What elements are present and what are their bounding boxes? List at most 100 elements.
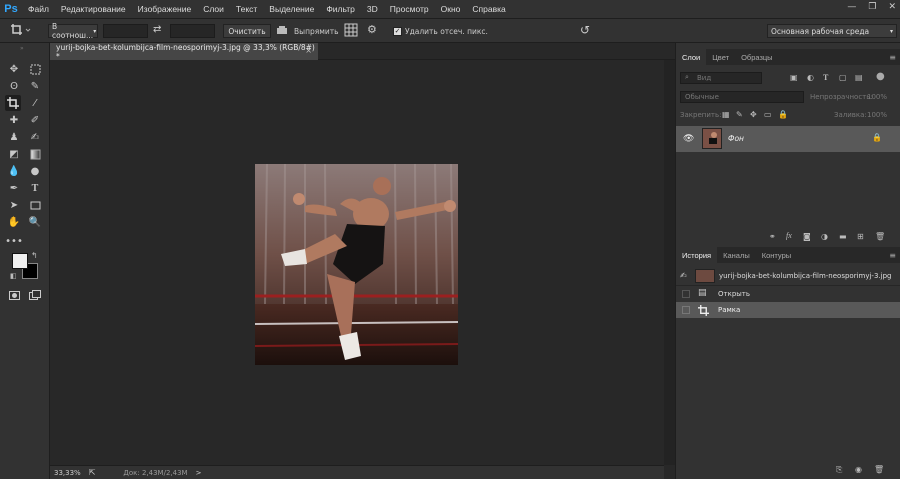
link-layers-icon[interactable]: ⚭ — [769, 232, 776, 241]
history-step-row-selected[interactable]: Рамка — [676, 302, 900, 318]
eye-icon[interactable]: 👁 — [683, 134, 694, 144]
lock-pixels-icon[interactable]: ✎ — [736, 110, 743, 119]
dodge-tool-icon[interactable]: ● — [27, 163, 43, 179]
blend-mode-dropdown[interactable]: Обычные — [680, 91, 804, 103]
crop-tool-preset-icon[interactable] — [10, 23, 32, 40]
eraser-tool-icon[interactable]: ◩ — [6, 146, 22, 162]
edit-toolbar-icon[interactable]: ••• — [5, 233, 23, 249]
aspect-ratio-dropdown[interactable]: В соотнош... ▾ — [48, 22, 98, 40]
quick-select-tool-icon[interactable]: ✎ — [27, 78, 43, 94]
filter-smart-object-icon[interactable]: ▤ — [855, 73, 863, 82]
quick-mask-icon[interactable] — [6, 287, 22, 303]
type-tool-icon[interactable]: T — [27, 180, 43, 196]
add-mask-icon[interactable]: ◙ — [803, 232, 811, 241]
history-source-checkbox[interactable] — [682, 290, 690, 298]
panel-collapse-icon[interactable]: » — [20, 45, 24, 52]
tab-history[interactable]: История — [676, 247, 718, 263]
menu-file[interactable]: Файл — [22, 4, 55, 14]
zoom-level[interactable]: 33,33% — [54, 469, 81, 477]
menu-help[interactable]: Справка — [466, 4, 511, 14]
rectangle-tool-icon[interactable] — [27, 197, 43, 213]
filter-shape-icon[interactable]: ▢ — [839, 73, 847, 82]
clone-stamp-tool-icon[interactable]: ♟ — [6, 129, 22, 145]
swap-arrows-icon[interactable]: ⇄ — [153, 24, 161, 35]
screen-mode-icon[interactable] — [27, 287, 43, 303]
swap-colors-icon[interactable]: ↰ — [31, 251, 38, 260]
lasso-tool-icon[interactable]: ʘ — [6, 78, 22, 94]
tab-swatches[interactable]: Образцы — [735, 49, 779, 65]
hand-tool-icon[interactable]: ✋ — [6, 214, 22, 230]
marquee-tool-icon[interactable] — [27, 61, 43, 77]
canvas-vertical-scrollbar[interactable] — [664, 60, 675, 465]
delete-cropped-pixels-checkbox[interactable]: ✓ — [393, 27, 402, 36]
restore-icon[interactable]: ❐ — [868, 2, 876, 12]
lock-artboard-icon[interactable]: ▭ — [764, 110, 772, 119]
path-selection-tool-icon[interactable]: ➤ — [6, 197, 22, 213]
layer-lock-icon[interactable]: 🔒 — [872, 133, 882, 142]
fill-value[interactable]: 100% — [867, 111, 887, 119]
filter-toggle-icon[interactable]: ● — [876, 71, 885, 82]
status-menu-arrow[interactable]: > — [196, 469, 202, 477]
pen-tool-icon[interactable]: ✒ — [6, 180, 22, 196]
delete-layer-icon[interactable]: 🗑 — [875, 232, 885, 241]
layer-style-icon[interactable]: fx — [786, 231, 792, 240]
lock-position-icon[interactable]: ✥ — [750, 110, 757, 119]
ratio-width-input[interactable] — [103, 24, 148, 38]
tab-color[interactable]: Цвет — [706, 49, 735, 65]
healing-brush-tool-icon[interactable]: ✚ — [6, 112, 22, 128]
menu-filter[interactable]: Фильтр — [320, 4, 361, 14]
menu-image[interactable]: Изображение — [132, 4, 198, 14]
menu-layers[interactable]: Слои — [197, 4, 230, 14]
menu-select[interactable]: Выделение — [263, 4, 320, 14]
history-brush-source-icon[interactable]: ✍ — [680, 271, 687, 280]
history-menu-icon[interactable]: ≡ — [889, 251, 896, 260]
layer-row[interactable]: 👁 Фон 🔒 — [676, 126, 900, 152]
eyedropper-tool-icon[interactable]: ⁄ — [27, 95, 43, 111]
foreground-color-swatch[interactable] — [12, 253, 28, 269]
new-document-from-state-icon[interactable]: ⎘ — [836, 465, 842, 475]
menu-type[interactable]: Текст — [230, 4, 263, 14]
new-layer-icon[interactable]: ⊞ — [857, 232, 864, 241]
new-group-icon[interactable]: ▬ — [839, 232, 847, 241]
opacity-value[interactable]: 100% — [867, 93, 887, 101]
close-icon[interactable]: ✕ — [888, 2, 896, 12]
history-snapshot-row[interactable]: ✍ yurij-bojka-bet-kolumbijca-film-neospo… — [676, 268, 900, 284]
export-icon[interactable]: ⇱ — [89, 468, 96, 477]
gradient-tool-icon[interactable] — [27, 146, 43, 162]
close-tab-icon[interactable]: × — [305, 46, 312, 55]
menu-edit[interactable]: Редактирование — [55, 4, 132, 14]
layer-name[interactable]: Фон — [728, 134, 744, 143]
filter-type-icon[interactable]: T — [823, 73, 828, 82]
clear-button[interactable]: Очистить — [223, 24, 271, 38]
lock-transparency-icon[interactable]: ▦ — [722, 110, 730, 119]
straighten-icon[interactable] — [276, 24, 288, 39]
tab-channels[interactable]: Каналы — [717, 247, 756, 263]
zoom-tool-icon[interactable]: 🔍 — [27, 214, 43, 230]
lock-all-icon[interactable]: 🔒 — [778, 110, 788, 119]
overlay-grid-icon[interactable] — [344, 23, 358, 40]
history-brush-tool-icon[interactable]: ✍ — [27, 129, 43, 145]
default-colors-icon[interactable]: ◧ — [10, 272, 17, 280]
adjustment-layer-icon[interactable]: ◑ — [821, 232, 828, 241]
menu-3d[interactable]: 3D — [361, 4, 384, 14]
history-step-row[interactable]: ▤ Открыть — [676, 286, 900, 302]
menu-window[interactable]: Окно — [435, 4, 467, 14]
gear-icon[interactable]: ⚙ — [367, 23, 377, 36]
layer-filter-dropdown[interactable]: ⌕ Вид — [680, 72, 762, 84]
crop-tool-icon[interactable] — [5, 95, 21, 111]
history-source-checkbox[interactable] — [682, 306, 690, 314]
brush-tool-icon[interactable]: ✐ — [27, 112, 43, 128]
minimize-icon[interactable]: — — [847, 2, 856, 12]
move-tool-icon[interactable]: ✥ — [6, 61, 22, 77]
ratio-height-input[interactable] — [170, 24, 215, 38]
panel-menu-icon[interactable]: ≡ — [889, 53, 896, 62]
blur-tool-icon[interactable]: 💧 — [6, 163, 22, 179]
workspace-dropdown[interactable]: Основная рабочая среда ▾ — [767, 24, 897, 38]
tab-layers[interactable]: Слои — [676, 49, 707, 65]
document-image[interactable] — [255, 164, 458, 365]
filter-adjustment-icon[interactable]: ◐ — [807, 73, 814, 82]
tab-paths[interactable]: Контуры — [756, 247, 797, 263]
reset-rotate-icon[interactable]: ↺ — [580, 23, 590, 37]
filter-pixel-icon[interactable]: ▣ — [790, 73, 798, 82]
menu-view[interactable]: Просмотр — [384, 4, 435, 14]
